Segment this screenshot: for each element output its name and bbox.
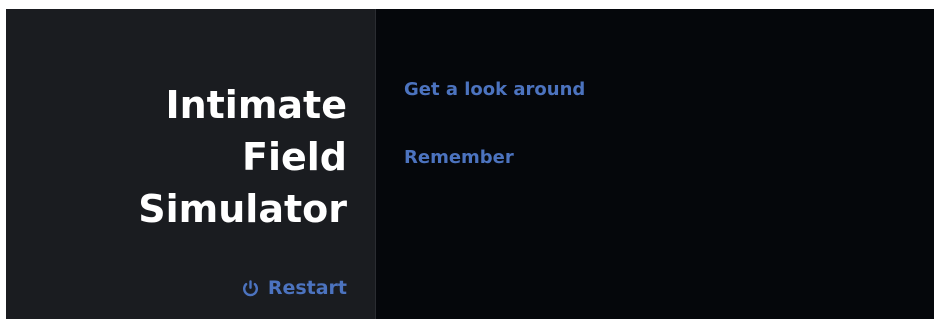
power-icon xyxy=(242,279,258,296)
choice-remember[interactable]: Remember xyxy=(404,147,514,168)
title-line: Field xyxy=(242,135,347,179)
sidebar: Intimate Field Simulator Restart xyxy=(6,9,376,319)
title-line: Simulator xyxy=(138,187,347,231)
restart-label: Restart xyxy=(267,277,347,299)
story-pane: Get a look around Remember xyxy=(376,9,934,319)
choice-get-a-look-around[interactable]: Get a look around xyxy=(404,79,585,100)
title-line: Intimate xyxy=(165,83,347,127)
restart-button[interactable]: Restart xyxy=(241,277,347,299)
game-window: Intimate Field Simulator Restart Get a l… xyxy=(6,9,934,319)
game-title: Intimate Field Simulator xyxy=(47,79,347,235)
